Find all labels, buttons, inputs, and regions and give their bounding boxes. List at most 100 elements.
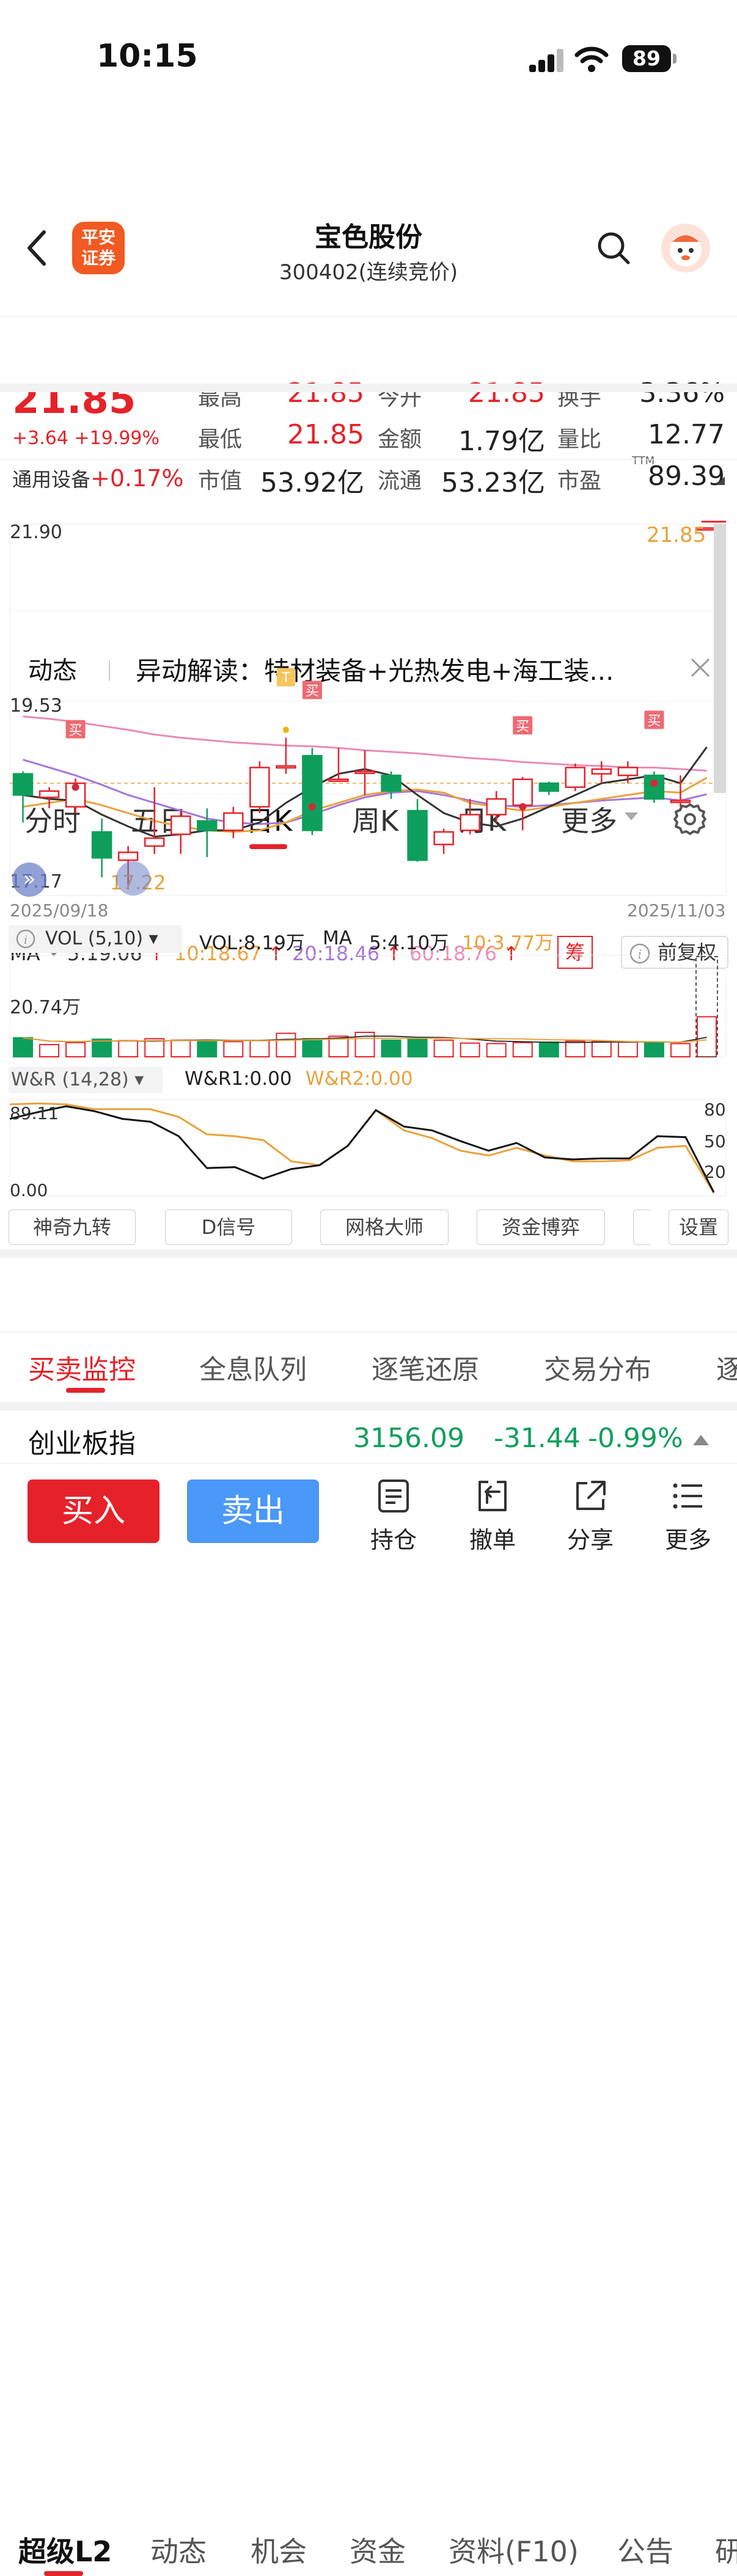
volume-bar [276,1032,296,1057]
candle-body [276,765,296,769]
volume-bar [170,1039,191,1057]
chart-area[interactable]: 买买买买T 21.90 19.53 17.17 21.85 17.22 2025… [0,513,737,1243]
subtab-trade-dist[interactable]: 交易分布 [544,1348,651,1387]
wifi-icon [574,46,609,72]
settings-button[interactable]: 设置 [669,1210,728,1245]
wr-selector[interactable]: W&R (14,28) ▾ [9,1067,163,1093]
volume-bar [696,1016,717,1058]
buy-marker-text: 买 [306,684,319,699]
signal-dot [308,803,316,811]
volume-bar [223,1041,244,1058]
volume-bar [512,1042,533,1058]
vol-selector[interactable]: i VOL (5,10) ▾ [9,925,182,953]
volume-bar [65,1042,86,1058]
subtab-full-queue[interactable]: 全息队列 [199,1348,307,1387]
news-bar[interactable]: 动态 异动解读：特材装备+光热发电+海工装... [0,316,737,686]
sell-button[interactable]: 卖出 [187,1480,319,1543]
tab-funds[interactable]: 资金 [350,2530,406,2570]
subtab-tick-restore[interactable]: 逐笔还原 [372,1348,479,1387]
float-circle-button[interactable] [116,861,150,896]
candle-body [591,768,612,775]
share-icon [576,1481,606,1510]
candle-body [354,770,375,775]
quote-panel: 21.85 +3.64 +19.99% 通用设备+0.17% 最高 21.85 今开… [0,183,737,498]
tab-news[interactable]: 动态 [150,2530,207,2570]
ma-legend: MA 5:19.06 ↑ 10:18.67 ↑ 20:18.46 ↑ 60:18… [0,464,737,969]
document-icon [378,1480,409,1512]
candle-body [433,831,454,845]
tool-grid-master[interactable]: 网格大师 [320,1210,449,1245]
index-ticker[interactable]: 创业板指 3156.09 -31.44 -0.99% [0,1402,737,1463]
status-time: 10:15 [97,38,198,75]
signal-dot [282,726,289,733]
candle-body [644,775,665,800]
candle-body [670,800,691,803]
index-pct: -0.99% [588,1423,683,1454]
candle-body [38,790,60,798]
volume-bar [39,1043,60,1057]
candle-body [12,773,34,796]
candle-body [249,767,270,808]
vol-ma-label: MA [323,927,352,949]
volume-bar [670,1043,691,1058]
candle-body [223,812,244,831]
subtab-more[interactable]: 逐 [716,1348,737,1387]
volume-bar [538,1041,559,1057]
expand-left-button[interactable]: » [12,863,46,897]
price-mid-label: 19.53 [10,695,62,717]
menu-icon [673,1483,702,1509]
index-value: 3156.09 [353,1423,464,1454]
buy-button[interactable]: 买入 [28,1480,160,1543]
candle-body [117,852,139,861]
tool-d-signal[interactable]: D信号 [165,1210,292,1245]
signal-dot [72,783,79,791]
tab-announcement[interactable]: 公告 [617,2530,673,2570]
tab-opportunity[interactable]: 机会 [251,2530,307,2570]
volume-bar [460,1042,480,1057]
candle-body [302,754,323,831]
volume-bar [486,1043,507,1058]
subtab-buy-sell-monitor[interactable]: 买卖监控 [28,1348,136,1387]
tool-fund-game[interactable]: 资金博弈 [477,1210,605,1245]
candle-body [328,778,349,783]
tool-shenqi[interactable]: 神奇九转 [9,1210,136,1245]
candle-body [91,831,112,859]
vol-ma10: 10:3.77万 [462,932,554,954]
cancel-order-button[interactable]: 撤单 [456,1478,529,1555]
share-button[interactable]: 分享 [554,1478,627,1555]
volume-bar [591,1040,612,1057]
expand-up-icon[interactable] [693,1435,709,1446]
more-button[interactable]: 更多 [651,1478,725,1555]
volume-bar [381,1039,402,1057]
index-name: 创业板指 [28,1428,136,1459]
index-change: -31.44 [494,1423,581,1454]
position-button[interactable]: 持仓 [357,1478,430,1555]
candle-body [170,815,191,835]
wr-tick-80: 80 [704,1100,726,1120]
vol-axis-label: 20.74万 [10,997,81,1018]
tab-f10[interactable]: 资料(F10) [449,2530,579,2570]
price-scrollbar [714,524,726,793]
tab-research[interactable]: 研 [715,2530,737,2570]
volume-bar [565,1040,585,1057]
buy-marker-text: 买 [647,713,661,729]
undo-icon [479,1481,507,1511]
date-start: 2025/09/18 [10,900,109,921]
wr-tick-50: 50 [704,1131,726,1151]
last-price-label: 21.85 [647,523,706,547]
divider [0,459,737,460]
t-marker-text: T [281,671,290,686]
signal-dot [519,803,527,811]
price-frame [9,524,727,896]
volume-bar [644,1042,664,1057]
vol-value: VOL:8.19万 [199,932,305,954]
tool-extra[interactable] [633,1210,650,1245]
volume-bar [617,1041,638,1057]
price-high-label: 21.90 [10,522,62,543]
volume-bar [92,1038,112,1057]
date-end: 2025/11/03 [627,900,726,921]
tab-super-l2[interactable]: 超级L2 [18,2530,112,2570]
wr2-value: W&R2:0.00 [306,1068,413,1090]
candle-body [381,775,402,792]
candle-body [486,798,507,815]
